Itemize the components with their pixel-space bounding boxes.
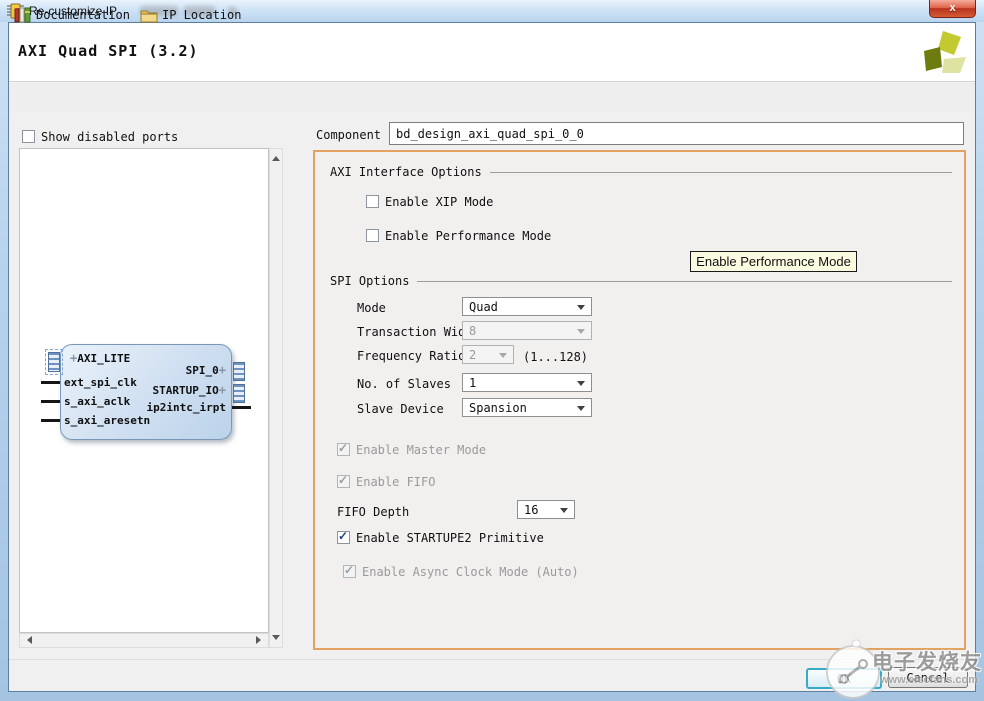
chevron-down-icon	[577, 406, 585, 415]
transaction-width-dropdown: 8	[462, 321, 592, 340]
show-disabled-ports-checkbox[interactable]	[22, 130, 35, 143]
chevron-down-icon	[577, 329, 585, 338]
slave-device-label: Slave Device	[357, 402, 444, 416]
enable-startupe2-label: Enable STARTUPE2 Primitive	[356, 531, 544, 545]
tooltip-enable-performance-mode: Enable Performance Mode	[690, 251, 857, 272]
s-axi-aresetn-pin	[41, 419, 60, 422]
num-slaves-dropdown[interactable]: 1	[462, 373, 592, 392]
port-ip2intc-irpt: ip2intc_irpt	[147, 401, 226, 414]
scroll-left-icon[interactable]	[23, 636, 32, 644]
fifo-depth-dropdown[interactable]: 16	[517, 500, 575, 519]
chevron-down-icon	[577, 305, 585, 314]
section-divider	[417, 281, 952, 282]
vertical-scrollbar[interactable]	[269, 148, 283, 648]
spi-0-interface-connector-icon[interactable]	[233, 362, 245, 381]
chevron-down-icon	[499, 353, 507, 362]
section-divider	[490, 172, 952, 173]
mode-label: Mode	[357, 301, 386, 315]
chevron-down-icon	[560, 508, 568, 517]
chevron-down-icon	[577, 381, 585, 390]
spi-options-title: SPI Options	[330, 274, 409, 288]
enable-async-clock-checkbox	[343, 565, 356, 578]
spi-options-section-header: SPI Options	[330, 274, 952, 288]
ip-title: AXI Quad SPI (3.2)	[18, 42, 199, 60]
enable-startupe2-checkbox[interactable]	[337, 531, 350, 544]
enable-performance-mode-label: Enable Performance Mode	[385, 229, 551, 243]
enable-xip-mode-label: Enable XIP Mode	[385, 195, 493, 209]
port-s-axi-aresetn: s_axi_aresetn	[64, 414, 150, 427]
enable-master-mode-label: Enable Master Mode	[356, 443, 486, 457]
enable-fifo-checkbox	[337, 475, 350, 488]
mode-dropdown[interactable]: Quad	[462, 297, 592, 316]
xilinx-logo	[916, 29, 970, 79]
fifo-depth-label: FIFO Depth	[337, 505, 409, 519]
ip-location-button[interactable]: IP Location	[140, 6, 241, 24]
folder-icon	[140, 8, 158, 23]
slave-device-dropdown[interactable]: Spansion	[462, 398, 592, 417]
recustomize-ip-window: Re-customize IP x AXI Quad SPI (3.2) Doc…	[0, 0, 984, 701]
show-disabled-ports-label: Show disabled ports	[41, 130, 178, 144]
ip-location-label: IP Location	[162, 8, 241, 22]
s-axi-aclk-pin	[41, 400, 60, 403]
expand-plus-icon[interactable]: +	[219, 363, 226, 377]
cancel-button[interactable]: Cancel	[888, 667, 968, 688]
frequency-ratio-range: (1...128)	[523, 350, 588, 364]
axi-options-title: AXI Interface Options	[330, 165, 482, 179]
documentation-label: Documentation	[36, 8, 130, 22]
books-icon	[14, 7, 32, 23]
ip2intc-irpt-pin	[232, 406, 251, 409]
enable-xip-mode-checkbox[interactable]	[366, 195, 379, 208]
close-button[interactable]: x	[929, 0, 976, 18]
num-slaves-label: No. of Slaves	[357, 377, 451, 391]
enable-performance-mode-checkbox[interactable]	[366, 229, 379, 242]
axi-lite-interface-connector-icon[interactable]	[48, 352, 60, 372]
expand-plus-icon[interactable]: +	[219, 383, 226, 397]
close-icon: x	[949, 2, 955, 14]
footer-divider	[9, 659, 975, 660]
toolbar	[9, 83, 975, 113]
horizontal-scrollbar[interactable]	[19, 633, 269, 648]
documentation-button[interactable]: Documentation	[14, 6, 130, 24]
component-name-input[interactable]	[389, 122, 964, 145]
port-spi-0: SPI_0+	[186, 363, 226, 377]
scroll-right-icon[interactable]	[256, 636, 265, 644]
scroll-down-icon[interactable]	[272, 635, 280, 644]
scroll-up-icon[interactable]	[272, 152, 280, 161]
enable-fifo-label: Enable FIFO	[356, 475, 435, 489]
frequency-ratio-label: Frequency Ratio	[357, 349, 465, 363]
startup-io-interface-connector-icon[interactable]	[233, 384, 245, 403]
ok-button[interactable]: OK	[806, 668, 882, 689]
port-startup-io: STARTUP_IO+	[153, 383, 226, 397]
enable-async-clock-label: Enable Async Clock Mode (Auto)	[362, 565, 579, 579]
ext-spi-clk-pin	[41, 381, 60, 384]
axi-options-section-header: AXI Interface Options	[330, 165, 952, 179]
port-ext-spi-clk: ext_spi_clk	[64, 376, 137, 389]
port-axi-lite: +AXI_LITE	[70, 351, 130, 365]
port-s-axi-aclk: s_axi_aclk	[64, 395, 130, 408]
frequency-ratio-dropdown: 2	[462, 345, 514, 364]
enable-master-mode-checkbox	[337, 443, 350, 456]
